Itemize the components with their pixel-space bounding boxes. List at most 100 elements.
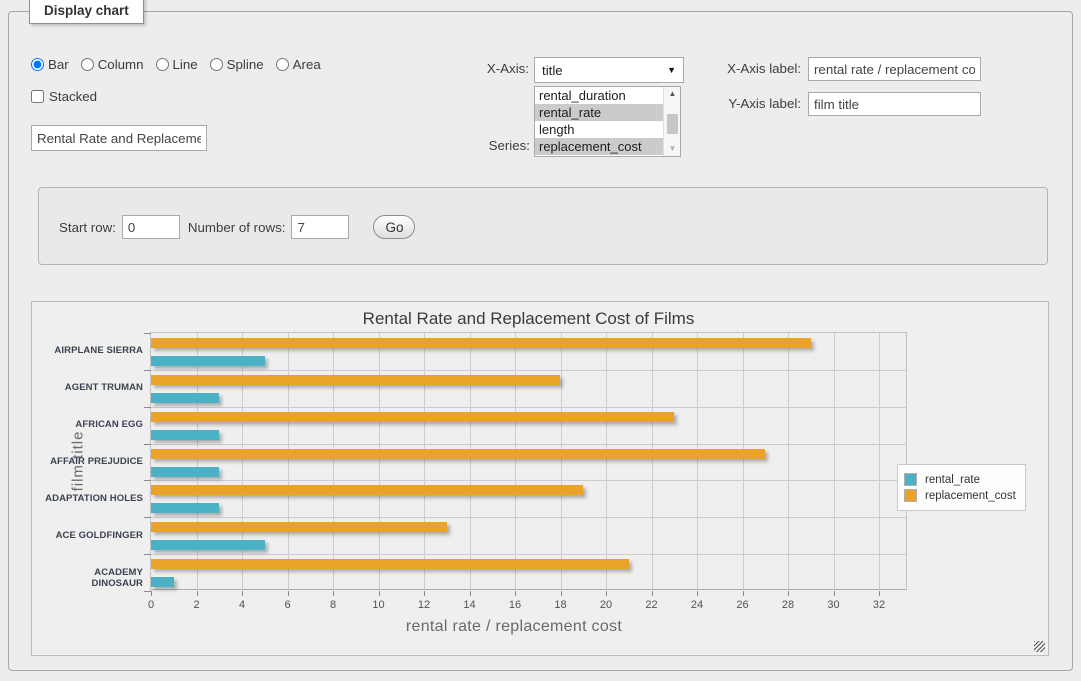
x-tick-label: 14 (455, 599, 485, 611)
bar-replacement_cost (151, 559, 629, 569)
x-tick-label: 24 (682, 599, 712, 611)
chart-type-label: Bar (48, 57, 69, 72)
grid-line (197, 333, 198, 589)
chart-type-radio-line[interactable] (156, 58, 169, 71)
legend-swatch (904, 489, 917, 502)
scroll-down-icon[interactable]: ▼ (664, 142, 681, 156)
legend-item: replacement_cost (904, 489, 1016, 502)
x-axis-select-label: X-Axis: (409, 61, 529, 76)
bar-rental_rate (151, 356, 265, 366)
x-axis-label-input[interactable] (808, 57, 981, 81)
y-axis-title: film title (70, 431, 87, 492)
stacked-label: Stacked (49, 89, 97, 104)
row-range-form: Start row: Number of rows: Go (38, 187, 1048, 265)
bar-replacement_cost (151, 449, 765, 459)
chart-type-option-area[interactable]: Area (276, 57, 321, 72)
app-window: Display chart BarColumnLineSplineArea St… (0, 0, 1081, 681)
x-tick-mark (697, 591, 698, 596)
x-tick-mark (288, 591, 289, 596)
resize-handle-icon[interactable] (1034, 641, 1045, 652)
x-tick-label: 30 (819, 599, 849, 611)
y-tick-mark (144, 554, 151, 555)
bar-rental_rate (151, 577, 174, 587)
category-label: AFFAIR PREJUDICE (41, 456, 143, 467)
grid-line (151, 370, 906, 371)
start-row-input[interactable] (122, 215, 180, 239)
grid-line (470, 333, 471, 589)
chart-type-option-bar[interactable]: Bar (31, 57, 69, 72)
x-tick-label: 28 (773, 599, 803, 611)
y-tick-mark (144, 591, 151, 592)
x-tick-mark (333, 591, 334, 596)
grid-line (561, 333, 562, 589)
display-chart-fieldset: Display chart BarColumnLineSplineArea St… (8, 11, 1073, 671)
grid-line (743, 333, 744, 589)
x-tick-label: 12 (409, 599, 439, 611)
num-rows-input[interactable] (291, 215, 349, 239)
chart-type-option-spline[interactable]: Spline (210, 57, 264, 72)
plot-area: 02468101214161820222426283032AIRPLANE SI… (150, 332, 907, 590)
series-option-length[interactable]: length (535, 121, 680, 138)
x-tick-mark (424, 591, 425, 596)
chart-type-label: Area (293, 57, 321, 72)
chart-type-radio-column[interactable] (81, 58, 94, 71)
grid-line (151, 517, 906, 518)
x-tick-label: 26 (728, 599, 758, 611)
y-tick-mark (144, 480, 151, 481)
chart-type-option-column[interactable]: Column (81, 57, 144, 72)
x-tick-label: 8 (318, 599, 348, 611)
x-tick-label: 16 (500, 599, 530, 611)
scrollbar-thumb[interactable] (667, 114, 678, 134)
series-option-replacement_cost[interactable]: replacement_cost (535, 138, 680, 155)
x-tick-label: 4 (227, 599, 257, 611)
chart-type-option-line[interactable]: Line (156, 57, 198, 72)
bar-rental_rate (151, 503, 219, 513)
grid-line (288, 333, 289, 589)
stacked-option: Stacked (31, 89, 97, 104)
x-tick-mark (652, 591, 653, 596)
x-tick-label: 0 (136, 599, 166, 611)
x-tick-mark (470, 591, 471, 596)
chart-type-label: Spline (227, 57, 264, 72)
stacked-checkbox[interactable] (31, 90, 44, 103)
x-tick-mark (242, 591, 243, 596)
go-button[interactable]: Go (373, 215, 415, 239)
row-range-controls: Start row: Number of rows: Go (59, 214, 415, 240)
x-tick-label: 10 (364, 599, 394, 611)
x-tick-label: 6 (273, 599, 303, 611)
grid-line (151, 444, 906, 445)
num-rows-label: Number of rows: (188, 220, 286, 235)
x-tick-mark (606, 591, 607, 596)
x-tick-label: 18 (546, 599, 576, 611)
grid-line (652, 333, 653, 589)
x-tick-mark (379, 591, 380, 596)
grid-line (606, 333, 607, 589)
bar-rental_rate (151, 540, 265, 550)
x-tick-mark (151, 591, 152, 596)
x-tick-label: 20 (591, 599, 621, 611)
chart-title-input[interactable] (31, 125, 207, 151)
y-tick-mark (144, 517, 151, 518)
chart-title: Rental Rate and Replacement Cost of Film… (150, 309, 907, 329)
start-row-label: Start row: (59, 220, 116, 235)
grid-line (788, 333, 789, 589)
y-tick-mark (144, 444, 151, 445)
grid-line (333, 333, 334, 589)
chart-type-radio-area[interactable] (276, 58, 289, 71)
chart-type-radio-bar[interactable] (31, 58, 44, 71)
y-axis-label-input[interactable] (808, 92, 981, 116)
legend-item: rental_rate (904, 473, 1016, 486)
grid-line (515, 333, 516, 589)
x-tick-label: 22 (637, 599, 667, 611)
category-label: ACADEMY DINOSAUR (41, 567, 143, 589)
legend-label: rental_rate (925, 474, 980, 486)
grid-line (151, 407, 906, 408)
grid-line (379, 333, 380, 589)
legend-label: replacement_cost (925, 490, 1016, 502)
grid-line (242, 333, 243, 589)
bar-rental_rate (151, 393, 219, 403)
x-tick-mark (743, 591, 744, 596)
bar-replacement_cost (151, 412, 674, 422)
x-tick-mark (834, 591, 835, 596)
chart-type-radio-spline[interactable] (210, 58, 223, 71)
